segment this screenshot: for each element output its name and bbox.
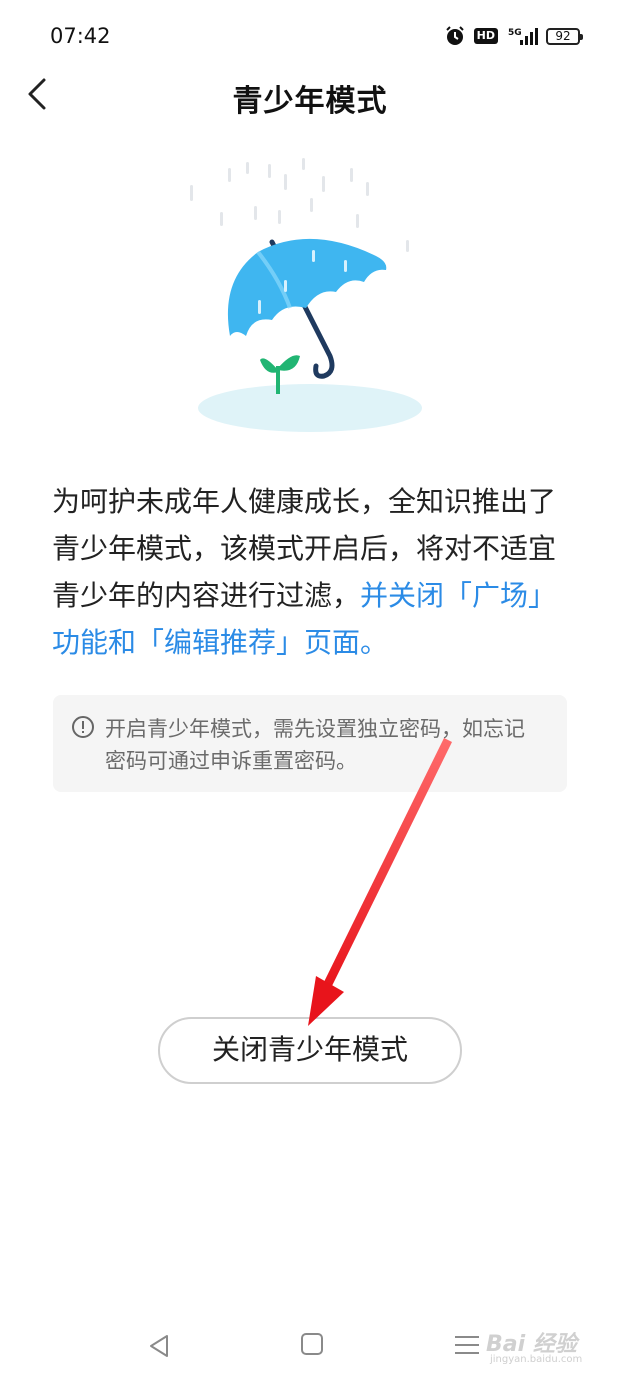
rain-drops bbox=[190, 158, 409, 252]
close-teen-mode-button[interactable]: 关闭青少年模式 bbox=[158, 1017, 462, 1084]
hd-icon: HD bbox=[473, 28, 498, 44]
ground-shadow bbox=[198, 384, 422, 432]
info-circle-icon bbox=[72, 716, 94, 738]
description-text: 为呵护未成年人健康成长，全知识推出了青少年模式，该模式开启后，将对不适宜青少年的… bbox=[52, 478, 572, 666]
password-notice: 开启青少年模式，需先设置独立密码，如忘记密码可通过申诉重置密码。 bbox=[53, 695, 567, 792]
battery-icon: 92 bbox=[546, 27, 583, 45]
page-title: 青少年模式 bbox=[232, 84, 388, 119]
header: 青少年模式 bbox=[0, 60, 620, 132]
svg-text:5G: 5G bbox=[508, 28, 522, 38]
baidu-watermark: Bai 经验 jingyan.baidu.com bbox=[476, 1324, 586, 1374]
nav-back-icon[interactable] bbox=[145, 1332, 173, 1360]
status-icons: HD 5G 92 bbox=[444, 25, 583, 47]
signal-icon: 5G bbox=[508, 28, 538, 45]
status-time: 07:42 bbox=[50, 24, 111, 48]
system-nav-bar: Bai 经验 jingyan.baidu.com bbox=[0, 1310, 620, 1386]
watermark-url: jingyan.baidu.com bbox=[490, 1354, 583, 1365]
notice-text: 开启青少年模式，需先设置独立密码，如忘记密码可通过申诉重置密码。 bbox=[105, 717, 525, 773]
alarm-icon bbox=[445, 26, 464, 45]
umbrella-sprout-illustration bbox=[190, 158, 422, 432]
nav-home-icon[interactable] bbox=[300, 1332, 324, 1356]
umbrella-canopy bbox=[227, 238, 387, 336]
